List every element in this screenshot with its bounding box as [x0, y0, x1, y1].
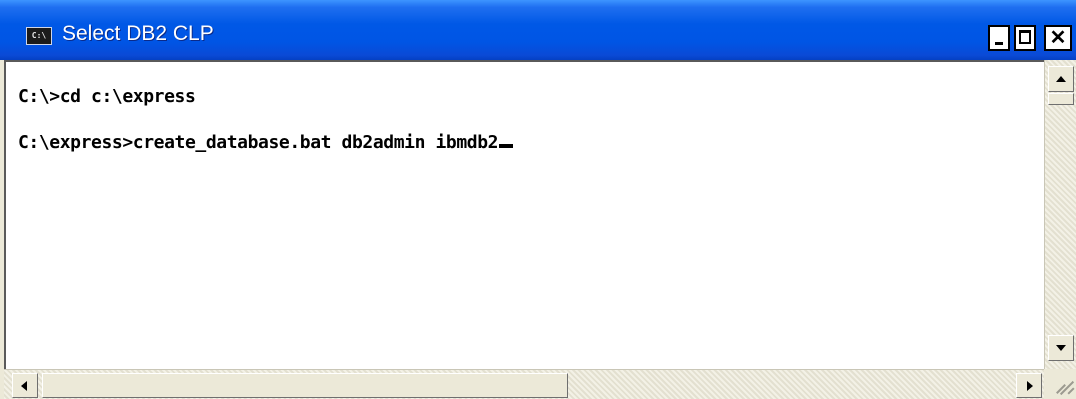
grip-line-icon [1067, 387, 1075, 395]
console-icon[interactable]: C:\ [26, 27, 52, 45]
underscore-cursor [499, 144, 514, 148]
minimize-icon [995, 42, 1003, 45]
scroll-left-button[interactable] [12, 373, 38, 398]
minimize-button[interactable] [988, 25, 1010, 51]
vertical-scroll-thumb[interactable] [1048, 93, 1074, 105]
arrow-up-icon [1056, 76, 1066, 82]
scroll-right-button[interactable] [1016, 373, 1042, 398]
title-bar[interactable]: C:\ Select DB2 CLP ✕ [0, 0, 1076, 60]
horizontal-scrollbar[interactable] [4, 369, 1044, 399]
console-line-text: C:\>cd c:\express [18, 86, 196, 107]
maximize-icon [1019, 30, 1031, 44]
scroll-down-button[interactable] [1048, 335, 1074, 361]
console-line: C:\express>create_database.bat db2admin … [18, 132, 514, 153]
arrow-down-icon [1056, 345, 1066, 351]
window-title: Select DB2 CLP [62, 22, 214, 45]
horizontal-scroll-thumb[interactable] [42, 373, 568, 398]
maximize-button[interactable] [1014, 25, 1036, 51]
close-button[interactable]: ✕ [1044, 25, 1072, 51]
console-line-text: C:\express>create_database.bat db2admin … [18, 132, 499, 153]
resize-grip[interactable] [1044, 369, 1076, 399]
vertical-scrollbar[interactable] [1044, 60, 1076, 369]
scroll-up-button[interactable] [1048, 66, 1074, 92]
arrow-left-icon [21, 381, 27, 391]
arrow-right-icon [1027, 381, 1033, 391]
close-icon: ✕ [1049, 27, 1067, 49]
console-line: C:\>cd c:\express [18, 86, 196, 107]
console-window: C:\ Select DB2 CLP ✕ C:\>cd c:\express C… [0, 0, 1076, 399]
console-output[interactable]: C:\>cd c:\express C:\express>create_data… [4, 60, 1044, 369]
